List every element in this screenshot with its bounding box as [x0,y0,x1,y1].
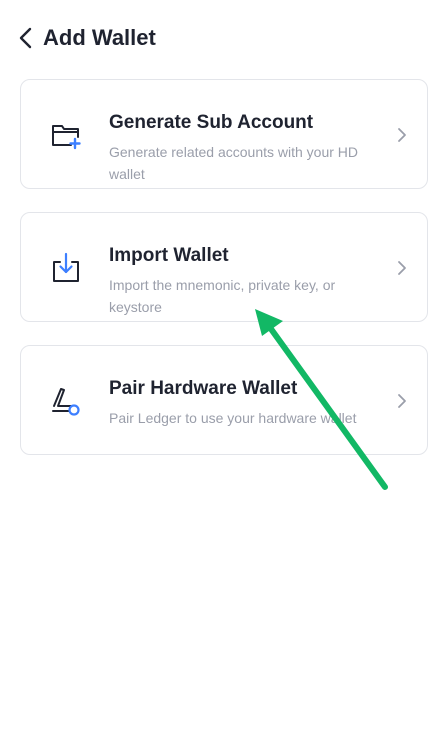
import-download-icon [49,251,83,285]
option-title: Generate Sub Account [109,112,314,133]
option-title: Pair Hardware Wallet [109,378,298,399]
page-title: Add Wallet [43,25,156,50]
option-description: Generate related accounts with your HD w… [109,144,359,182]
option-description: Import the mnemonic, private key, or key… [109,277,336,315]
pair-hardware-wallet-option[interactable]: Pair Hardware Wallet Pair Ledger to use … [20,345,428,455]
option-title: Import Wallet [109,245,229,266]
folder-plus-icon [49,118,83,152]
hardware-device-icon [49,384,83,418]
import-wallet-option[interactable]: Import Wallet Import the mnemonic, priva… [20,212,428,322]
chevron-left-icon [19,27,32,49]
chevron-right-icon [395,258,409,278]
option-description: Pair Ledger to use your hardware wallet [109,410,357,426]
header-bar: Add Wallet [0,0,448,76]
back-button[interactable] [12,24,40,52]
chevron-right-icon [395,391,409,411]
generate-sub-account-option[interactable]: Generate Sub Account Generate related ac… [20,79,428,189]
chevron-right-icon [395,125,409,145]
